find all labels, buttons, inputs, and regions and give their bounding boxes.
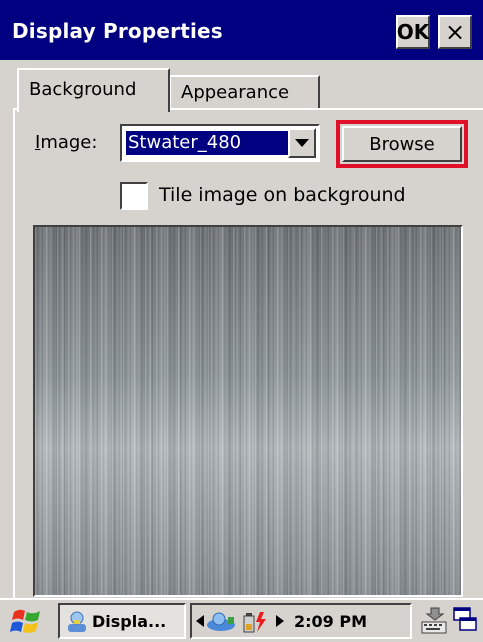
tab-background-label: Background xyxy=(29,79,137,100)
tray-right-arrow-icon[interactable] xyxy=(276,615,284,627)
image-combobox-value[interactable]: Stwater_480 xyxy=(126,131,288,155)
clock[interactable]: 2:09 PM xyxy=(294,612,367,631)
image-label: Image: xyxy=(35,132,98,153)
tile-image-label[interactable]: Tile image on background xyxy=(159,184,406,206)
tab-appearance[interactable]: Appearance xyxy=(170,75,320,108)
keyboard-icon[interactable] xyxy=(421,606,447,634)
title-bar: Display Properties OK × xyxy=(0,0,483,60)
taskbar-display-button[interactable]: Displa... xyxy=(58,603,186,639)
tab-background[interactable]: Background xyxy=(17,68,170,112)
desktop-icon[interactable] xyxy=(452,606,478,634)
tab-appearance-label: Appearance xyxy=(181,82,290,103)
windows-start-icon[interactable] xyxy=(10,606,44,638)
taskbar-display-label: Displa... xyxy=(92,612,167,631)
taskbar: Displa... 2:09 PM xyxy=(0,598,483,642)
network-icon[interactable] xyxy=(206,611,236,633)
browse-button-highlight: Browse xyxy=(336,120,468,168)
window-title: Display Properties xyxy=(12,19,223,43)
display-properties-icon xyxy=(68,611,86,632)
tray-left-arrow-icon[interactable] xyxy=(196,615,204,627)
tile-image-checkbox[interactable] xyxy=(120,182,148,210)
battery-power-icon[interactable] xyxy=(242,610,268,634)
chevron-down-icon xyxy=(295,138,309,147)
image-combobox[interactable]: Stwater_480 xyxy=(120,124,320,162)
combobox-dropdown-button[interactable] xyxy=(288,128,316,158)
close-button[interactable]: × xyxy=(438,15,472,49)
browse-button[interactable]: Browse xyxy=(342,126,462,162)
ok-button[interactable]: OK xyxy=(396,15,430,49)
wallpaper-preview xyxy=(33,225,463,597)
system-tray: 2:09 PM xyxy=(190,603,412,639)
